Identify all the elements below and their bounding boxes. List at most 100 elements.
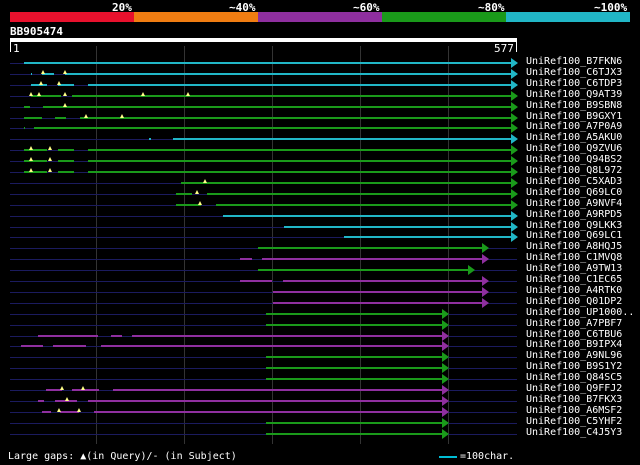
query-gap-marker-icon xyxy=(47,168,52,172)
arrow-head-icon xyxy=(442,330,450,341)
arrow-head-icon xyxy=(511,188,518,199)
arrow-head-icon xyxy=(442,341,450,352)
hit-label[interactable]: UniRef100_C5YHF2 xyxy=(526,416,622,427)
hit-label[interactable]: UniRef100_C1MVQ8 xyxy=(526,252,622,263)
hit-label[interactable]: UniRef100_Q9AT39 xyxy=(526,89,622,100)
alignment-row[interactable]: UniRef100_C4J5Y3 xyxy=(0,427,640,440)
large-gaps-legend: Large gaps: ▲(in Query)/- (in Subject) xyxy=(8,451,237,462)
alignment-segment xyxy=(24,105,31,108)
query-gap-marker-icon xyxy=(59,386,64,390)
alignment-segment xyxy=(176,192,193,195)
alignment-segment xyxy=(24,127,26,130)
hit-label[interactable]: UniRef100_A9RPD5 xyxy=(526,209,622,220)
hit-label[interactable]: UniRef100_C6TBU6 xyxy=(526,329,622,340)
query-gap-marker-icon xyxy=(47,146,52,151)
alignment-segment xyxy=(239,280,272,282)
hit-label[interactable]: UniRef100_C6TJX3 xyxy=(526,67,622,78)
legend-label-40: ~40% xyxy=(229,1,256,14)
identity-legend-bar xyxy=(10,12,630,22)
arrow-head-icon xyxy=(511,68,518,79)
alignment-segment xyxy=(72,389,100,391)
hit-label[interactable]: UniRef100_Q8L972 xyxy=(526,165,622,176)
hit-label[interactable]: UniRef100_Q9FFJ2 xyxy=(526,383,622,394)
arrow-head-icon xyxy=(442,374,450,385)
hit-label[interactable]: UniRef100_A9TW13 xyxy=(526,263,622,274)
hit-label[interactable]: UniRef100_A4RTK0 xyxy=(526,285,622,296)
alignment-segment xyxy=(266,367,443,370)
arrow-head-icon xyxy=(442,308,450,319)
alignment-segment xyxy=(65,72,511,75)
alignment-segment xyxy=(88,149,511,152)
alignment-segment xyxy=(258,247,482,250)
hit-label[interactable]: UniRef100_Q69LC0 xyxy=(526,187,622,198)
alignment-segment xyxy=(88,83,511,86)
hit-label[interactable]: UniRef100_B7FKX3 xyxy=(526,394,622,405)
alignment-segment xyxy=(93,410,443,413)
alignment-segment xyxy=(266,421,443,424)
alignment-segment xyxy=(58,171,74,173)
hit-label[interactable]: UniRef100_B9S1Y2 xyxy=(526,361,622,372)
arrow-head-icon xyxy=(511,221,518,232)
hit-label[interactable]: UniRef100_B9IPX4 xyxy=(526,339,622,350)
hit-label[interactable]: UniRef100_Q9LKK3 xyxy=(526,220,622,231)
hit-label[interactable]: UniRef100_B9GXY1 xyxy=(526,111,622,122)
alignment-segment xyxy=(79,116,511,119)
arrow-head-icon xyxy=(481,297,489,308)
ruler-end: 577 xyxy=(494,42,514,55)
arrow-head-icon xyxy=(467,265,475,276)
hit-label[interactable]: UniRef100_Q94BS2 xyxy=(526,154,622,165)
query-gap-marker-icon xyxy=(76,407,81,412)
hit-label[interactable]: UniRef100_A8HQJ5 xyxy=(526,241,622,252)
hit-label[interactable]: UniRef100_Q01DP2 xyxy=(526,296,622,307)
alignment-segment xyxy=(215,203,511,206)
hit-label[interactable]: UniRef100_A9NL96 xyxy=(526,350,622,361)
query-gap-marker-icon xyxy=(195,189,200,194)
alignment-segment xyxy=(54,116,67,119)
hit-label[interactable]: UniRef100_C1EC65 xyxy=(526,274,622,285)
query-gap-marker-icon xyxy=(38,80,43,85)
alignment-segment xyxy=(261,258,482,261)
hit-label[interactable]: UniRef100_A9NVF4 xyxy=(526,198,622,209)
alignment-segment xyxy=(72,94,511,97)
hit-label[interactable]: UniRef100_A5AKU0 xyxy=(526,132,622,143)
query-gap-marker-icon xyxy=(57,407,62,412)
legend-label-80: ~80% xyxy=(478,1,505,14)
alignment-segment xyxy=(31,72,33,75)
alignment-segment xyxy=(33,127,511,130)
alignment-segment xyxy=(42,105,511,108)
alignment-segment xyxy=(24,149,48,152)
hit-label[interactable]: UniRef100_UP1000.. xyxy=(526,307,634,318)
hit-label[interactable]: UniRef100_C4J5Y3 xyxy=(526,427,622,438)
legend-label-100: ~100% xyxy=(594,1,628,14)
hit-label[interactable]: UniRef100_C6TDP3 xyxy=(526,78,622,89)
arrow-head-icon xyxy=(442,406,450,417)
arrow-head-icon xyxy=(511,134,518,145)
hit-label[interactable]: UniRef100_C5XAD3 xyxy=(526,176,622,187)
alignment-segment xyxy=(31,94,62,97)
ruler-end-tick xyxy=(516,42,517,52)
alignment-segment xyxy=(239,258,253,261)
query-ruler xyxy=(10,38,517,42)
alignment-segment xyxy=(266,378,443,381)
hit-label[interactable]: UniRef100_Q84SC5 xyxy=(526,372,622,383)
query-gap-marker-icon xyxy=(29,146,34,151)
hit-label[interactable]: UniRef100_Q69LC1 xyxy=(526,230,622,241)
arrow-head-icon xyxy=(511,199,518,210)
alignment-segment xyxy=(172,138,511,141)
arrow-head-icon xyxy=(442,428,450,439)
scale-bar xyxy=(439,456,457,458)
arrow-head-icon xyxy=(442,417,450,428)
hit-label[interactable]: UniRef100_B9SBN8 xyxy=(526,100,622,111)
query-id: BB905474 xyxy=(10,25,63,38)
hit-label[interactable]: UniRef100_Q9ZVU6 xyxy=(526,143,622,154)
hit-label[interactable]: UniRef100_B7FKN6 xyxy=(526,56,622,67)
hit-label[interactable]: UniRef100_A6MSF2 xyxy=(526,405,622,416)
hit-label[interactable]: UniRef100_A7P0A9 xyxy=(526,121,622,132)
alignment-segment xyxy=(53,345,86,348)
hit-label[interactable]: UniRef100_A7PBF7 xyxy=(526,318,622,329)
alignment-segment xyxy=(24,62,511,64)
arrow-head-icon xyxy=(511,58,518,68)
arrow-head-icon xyxy=(442,385,450,395)
arrow-head-icon xyxy=(481,254,489,265)
arrow-head-icon xyxy=(511,90,518,101)
